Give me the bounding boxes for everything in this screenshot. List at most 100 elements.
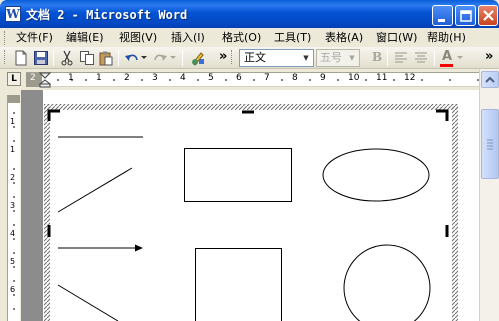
- toolbar-overflow-chevron-2[interactable]: »: [485, 49, 493, 64]
- redo-dropdown-icon: [170, 56, 176, 59]
- ruler-number: 8: [292, 73, 298, 83]
- maximize-icon: [460, 10, 472, 22]
- ruler-number: 3: [152, 73, 158, 83]
- canvas-handle-top-right[interactable]: [436, 109, 449, 121]
- vertical-ruler-number: 3: [10, 201, 16, 210]
- toolbar-separator: [434, 50, 435, 66]
- grip-icon: [487, 139, 493, 150]
- vertical-ruler-number: 5: [10, 257, 16, 266]
- toolbar-separator: [53, 50, 54, 66]
- font-size-value: 五号: [320, 51, 342, 64]
- app-icon-letter: W: [6, 7, 20, 21]
- bold-button: B: [372, 50, 383, 64]
- menu-format[interactable]: 格式(O): [222, 30, 261, 45]
- canvas-border-left: [44, 104, 50, 321]
- arrowhead-icon: [135, 244, 143, 252]
- title-bar[interactable]: W 文档 2 - Microsoft Word: [0, 0, 499, 28]
- maximize-button[interactable]: [455, 5, 476, 26]
- style-value: 正文: [244, 51, 266, 64]
- ruler-number: 12: [404, 73, 416, 83]
- toolbar-separator: [118, 50, 119, 66]
- chevron-up-icon: [485, 76, 495, 83]
- toolbar-grip[interactable]: [4, 50, 7, 64]
- toolbar-separator: [387, 50, 388, 66]
- horizontal-ruler[interactable]: 2 1 2 3 4 5 6 7 8 9 10 11 12 1: [26, 72, 494, 88]
- vertical-ruler-number: 1: [10, 145, 16, 154]
- menu-table[interactable]: 表格(A): [325, 30, 363, 45]
- menu-window[interactable]: 窗口(W): [376, 30, 417, 45]
- canvas-handle-top-left[interactable]: [47, 109, 60, 121]
- ruler-number: 7: [264, 73, 270, 83]
- font-color-icon: A: [442, 49, 453, 64]
- document-workspace: [21, 90, 484, 321]
- canvas-border-right: [452, 104, 458, 321]
- ruler-number: 2: [124, 73, 130, 83]
- window-title: 文档 2 - Microsoft Word: [26, 8, 188, 22]
- chevron-down-icon: ▼: [349, 54, 355, 62]
- drawing-canvas[interactable]: [43, 90, 484, 321]
- chevron-down-icon[interactable]: ▼: [300, 51, 312, 65]
- word-window: W 文档 2 - Microsoft Word 文件(F) 编辑(E) 视图(V…: [0, 0, 499, 321]
- align-center-icon: [415, 52, 427, 63]
- ellipse-shape[interactable]: [322, 148, 430, 202]
- word-app-icon[interactable]: W: [5, 6, 21, 22]
- menu-insert[interactable]: 插入(I): [171, 30, 205, 45]
- copy-icon[interactable]: [79, 50, 95, 66]
- font-size-select: 五号 ▼: [316, 49, 360, 67]
- close-icon: [483, 10, 494, 21]
- ruler-number: 10: [348, 73, 360, 83]
- minimize-button[interactable]: [432, 5, 453, 26]
- ruler-number: 1: [68, 73, 74, 83]
- scroll-thumb[interactable]: [481, 109, 499, 179]
- circle-shape[interactable]: [343, 244, 431, 321]
- indent-marker[interactable]: [39, 72, 51, 88]
- ruler-row: L 2 1 2 3 4 5 6 7 8 9 10 11 12 1: [0, 69, 499, 90]
- redo-icon: [154, 54, 167, 61]
- paste-icon[interactable]: [98, 50, 114, 66]
- ruler-number: 2: [30, 73, 36, 83]
- ruler-number: 5: [208, 73, 214, 83]
- ruler-number: 9: [320, 73, 326, 83]
- vertical-ruler[interactable]: 1 2 3 4 5 6 1: [7, 95, 20, 321]
- menu-file[interactable]: 文件(F): [16, 30, 53, 45]
- menu-bar: 文件(F) 编辑(E) 视图(V) 插入(I) 格式(O) 工具(T) 表格(A…: [0, 28, 499, 47]
- vertical-scrollbar[interactable]: [479, 69, 499, 321]
- standard-toolbar: » 正文 ▼ 五号 ▼ B A »: [0, 47, 499, 69]
- diagonal-line-shape[interactable]: [57, 167, 133, 213]
- ruler-number: 6: [236, 73, 242, 83]
- new-document-icon[interactable]: [13, 50, 29, 66]
- toolbar-grip-2[interactable]: [231, 50, 234, 64]
- ruler-number: 4: [180, 73, 186, 83]
- rectangle-shape[interactable]: [184, 148, 292, 202]
- menubar-grip[interactable]: [4, 31, 7, 45]
- vertical-ruler-number: 6: [10, 285, 16, 294]
- scroll-up-button[interactable]: [481, 71, 499, 88]
- undo-dropdown-icon[interactable]: [141, 56, 147, 60]
- cut-icon[interactable]: [59, 50, 75, 66]
- style-select[interactable]: 正文 ▼: [239, 49, 314, 67]
- close-button[interactable]: [478, 5, 498, 26]
- minimize-icon: [438, 19, 445, 22]
- tab-selector[interactable]: L: [7, 72, 21, 86]
- menu-edit[interactable]: 编辑(E): [66, 30, 104, 45]
- vertical-ruler-number: 4: [10, 229, 16, 238]
- align-left-icon: [395, 52, 407, 63]
- document-page[interactable]: [43, 90, 484, 321]
- canvas-border-top: [44, 104, 458, 110]
- vertical-ruler-number: 2: [10, 173, 16, 182]
- menu-tools[interactable]: 工具(T): [274, 30, 311, 45]
- ruler-number: 11: [376, 73, 388, 83]
- toolbar-separator: [182, 50, 183, 66]
- undo-icon[interactable]: [124, 50, 140, 66]
- font-color-swatch: [440, 64, 453, 67]
- vertical-ruler-number: 1: [10, 117, 16, 126]
- menu-view[interactable]: 视图(V): [119, 30, 157, 45]
- save-icon[interactable]: [33, 50, 49, 66]
- toolbar-overflow-chevron[interactable]: »: [219, 49, 227, 64]
- square-shape[interactable]: [195, 248, 282, 321]
- drawing-icon[interactable]: [190, 50, 206, 66]
- font-color-dropdown-icon: [457, 56, 463, 59]
- diagonal-line-shape-2[interactable]: [57, 284, 119, 321]
- ruler-number: 1: [96, 73, 102, 83]
- menu-help[interactable]: 帮助(H): [427, 30, 466, 45]
